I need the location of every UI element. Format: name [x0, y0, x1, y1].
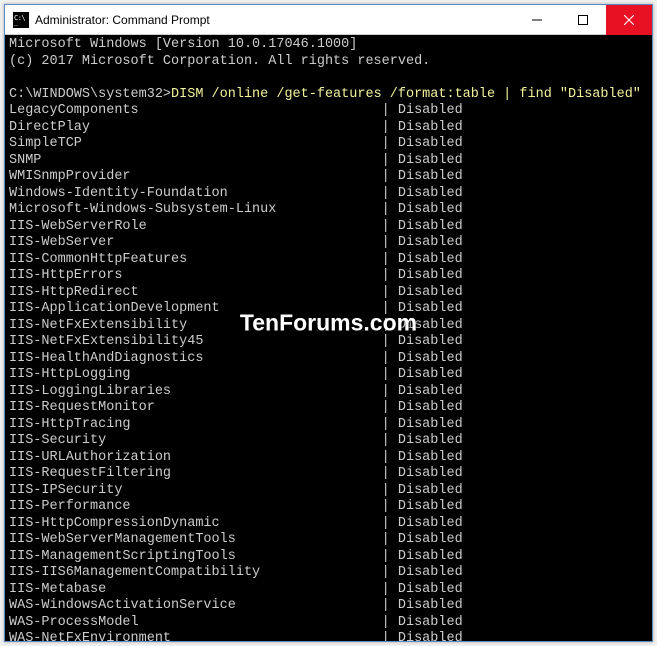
prompt: C:\WINDOWS\system32> [9, 87, 171, 102]
command-text: DISM /online /get-features /format:table… [171, 87, 641, 102]
version-line: Microsoft Windows [Version 10.0.17046.10… [9, 37, 357, 52]
cmd-icon [13, 12, 29, 28]
copyright-line: (c) 2017 Microsoft Corporation. All righ… [9, 54, 430, 69]
command-prompt-window: Administrator: Command Prompt Microsoft … [4, 4, 653, 642]
maximize-button[interactable] [560, 5, 606, 35]
titlebar[interactable]: Administrator: Command Prompt [5, 5, 652, 35]
output-rows: LegacyComponents | Disabled DirectPlay |… [9, 103, 463, 641]
minimize-button[interactable] [514, 5, 560, 35]
console-output[interactable]: Microsoft Windows [Version 10.0.17046.10… [5, 35, 652, 641]
window-title: Administrator: Command Prompt [35, 13, 514, 27]
close-button[interactable] [606, 5, 652, 35]
window-controls [514, 5, 652, 34]
